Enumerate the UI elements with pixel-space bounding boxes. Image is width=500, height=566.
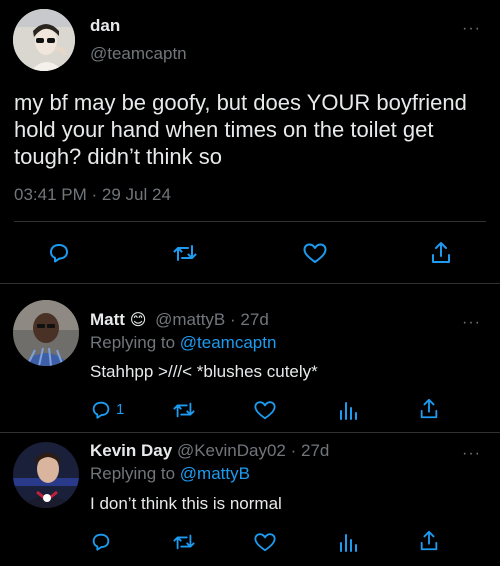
reply-header: Matt 😊 @mattyB · 27d — [90, 310, 269, 330]
reply-author-name[interactable]: Matt — [90, 310, 125, 329]
share-icon[interactable] — [418, 529, 440, 553]
avatar-kevin-day[interactable] — [13, 442, 79, 508]
tweet-date[interactable]: 29 Jul 24 — [102, 185, 171, 204]
avatar-matt[interactable] — [13, 300, 79, 366]
analytics-icon[interactable] — [338, 399, 358, 421]
tweet-time[interactable]: 03:41 PM — [14, 185, 87, 204]
more-options-icon[interactable]: ··· — [462, 21, 481, 37]
like-icon[interactable] — [302, 241, 328, 265]
share-icon[interactable] — [418, 397, 440, 421]
replying-to-label: Replying to — [90, 464, 176, 483]
like-icon[interactable] — [253, 531, 277, 553]
more-options-icon[interactable]: ··· — [462, 446, 481, 462]
reply-age[interactable]: 27d — [301, 441, 329, 460]
analytics-icon[interactable] — [338, 531, 358, 553]
avatar-dan[interactable] — [13, 9, 75, 71]
replying-to: Replying to @teamcaptn — [90, 333, 276, 353]
separator: · — [91, 185, 98, 204]
reply-icon[interactable] — [47, 241, 71, 265]
reply-author-handle[interactable]: @KevinDay02 — [177, 441, 286, 460]
reply-author-name[interactable]: Kevin Day — [90, 441, 172, 460]
divider — [0, 432, 500, 433]
reply-text: I don’t think this is normal — [90, 494, 282, 513]
separator: · — [230, 310, 236, 329]
divider — [0, 283, 500, 284]
reply-text: Stahhpp >///< *blushes cutely* — [90, 362, 318, 381]
reply-author-handle[interactable]: @mattyB — [155, 310, 225, 329]
reply-count: 1 — [116, 401, 125, 418]
tweet-text: my bf may be goofy, but does YOUR boyfri… — [14, 90, 467, 169]
replying-to-handle[interactable]: @teamcaptn — [180, 333, 277, 352]
replying-to: Replying to @mattyB — [90, 464, 250, 484]
divider — [14, 221, 486, 222]
author-handle[interactable]: @teamcaptn — [90, 44, 187, 64]
more-options-icon[interactable]: ··· — [462, 315, 481, 331]
reply-icon[interactable] — [90, 399, 112, 421]
like-icon[interactable] — [253, 399, 277, 421]
retweet-icon[interactable] — [172, 531, 196, 553]
replying-to-handle[interactable]: @mattyB — [180, 464, 250, 483]
tweet-timestamp: 03:41 PM · 29 Jul 24 — [14, 185, 171, 205]
share-icon[interactable] — [429, 240, 453, 266]
replying-to-label: Replying to — [90, 333, 176, 352]
separator: · — [290, 441, 297, 460]
author-name[interactable]: dan — [90, 16, 120, 36]
reply-icon[interactable] — [90, 531, 112, 553]
smile-emoji-icon: 😊 — [129, 312, 147, 329]
reply-age[interactable]: 27d — [240, 310, 268, 329]
retweet-icon[interactable] — [172, 399, 196, 421]
retweet-icon[interactable] — [172, 241, 198, 265]
reply-header: Kevin Day @KevinDay02 · 27d — [90, 441, 329, 461]
